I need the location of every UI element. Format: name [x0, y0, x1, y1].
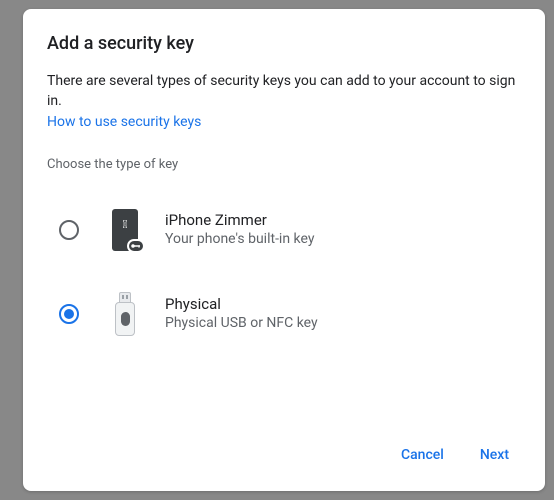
option-desc: Physical USB or NFC key [165, 314, 318, 332]
option-desc: Your phone's built-in key [165, 230, 314, 248]
option-label: Physical [165, 295, 318, 315]
dialog-subtitle: There are several types of security keys… [47, 72, 521, 111]
phone-key-icon:  [107, 208, 143, 252]
section-label: Choose the type of key [47, 157, 521, 172]
option-phone[interactable]:  iPhone Zimmer Your phone's built-in ke… [47, 196, 521, 264]
dialog-buttons: Cancel Next [47, 439, 521, 471]
radio-physical[interactable] [59, 304, 79, 324]
cancel-button[interactable]: Cancel [397, 439, 448, 471]
help-link[interactable]: How to use security keys [47, 113, 521, 133]
option-physical[interactable]: Physical Physical USB or NFC key [47, 280, 521, 348]
radio-phone[interactable] [59, 220, 79, 240]
usb-key-icon [107, 292, 143, 336]
add-security-key-dialog: Add a security key There are several typ… [23, 9, 545, 491]
option-label: iPhone Zimmer [165, 211, 314, 231]
next-button[interactable]: Next [476, 439, 513, 471]
dialog-title: Add a security key [47, 33, 521, 54]
